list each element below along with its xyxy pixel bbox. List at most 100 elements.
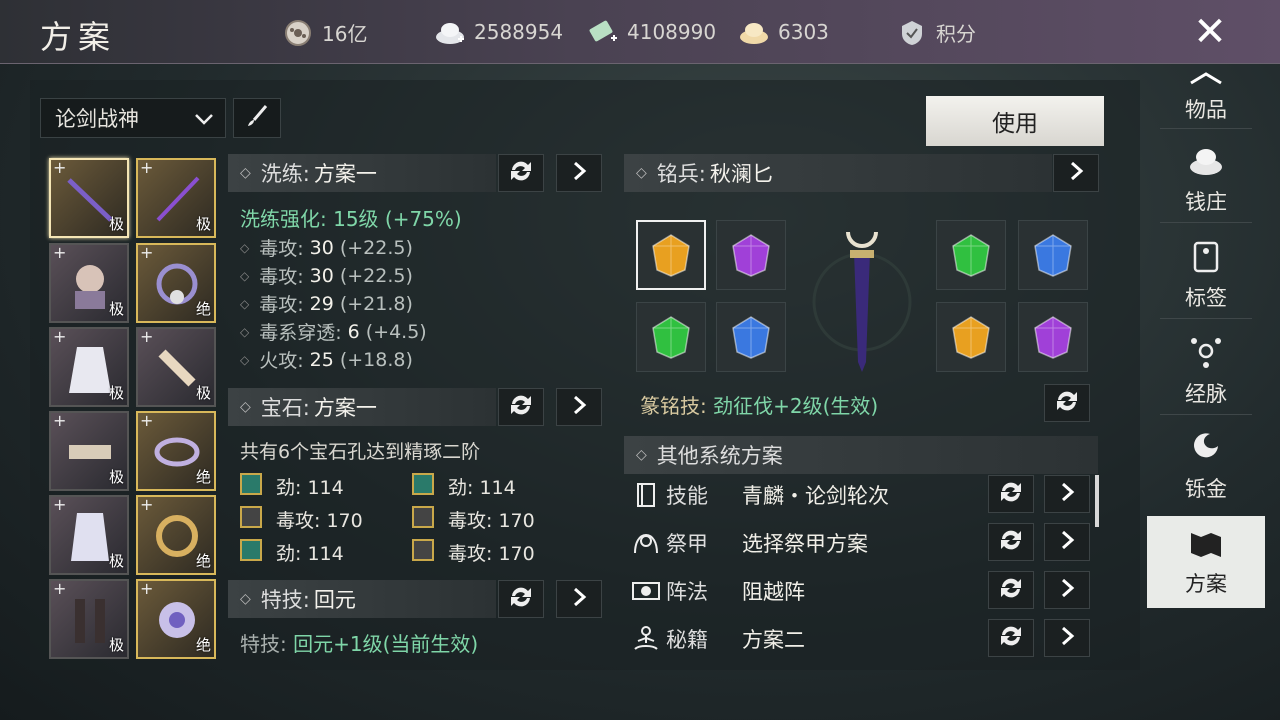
equipment-slot-boots[interactable]: + 极 xyxy=(49,579,129,659)
gem-icon xyxy=(732,316,770,359)
chevron-right-icon xyxy=(1057,624,1077,652)
swap-icon xyxy=(506,392,536,422)
armor-icon xyxy=(626,529,666,557)
weapon-gem-slot[interactable] xyxy=(936,302,1006,372)
refine-switch-button[interactable] xyxy=(498,154,544,192)
points-icon xyxy=(896,19,928,47)
equipment-slot-offhand[interactable]: + 极 xyxy=(136,158,216,238)
weapon-next-button[interactable] xyxy=(1053,154,1099,192)
manual-scheme-next-button[interactable] xyxy=(1044,619,1090,657)
gem-icon xyxy=(1034,234,1072,277)
currency-silver[interactable]: 2588954 xyxy=(434,18,563,46)
gem-next-button[interactable] xyxy=(556,388,602,426)
equipment-slot-amulet[interactable]: + 绝 xyxy=(136,579,216,659)
gem-icon xyxy=(732,234,770,277)
sidebar-item-tag[interactable]: 标签 xyxy=(1147,232,1265,316)
sidebar-item-smelt[interactable]: 铄金 xyxy=(1147,424,1265,508)
currency-gold-value: 6303 xyxy=(778,20,829,44)
scrollbar[interactable] xyxy=(1095,475,1099,527)
weapon-gem-slot[interactable] xyxy=(936,220,1006,290)
gem-stat: 毒攻: 170 xyxy=(448,510,535,532)
formation-scheme-switch-button[interactable] xyxy=(988,571,1034,609)
gem-icon xyxy=(412,539,434,561)
weapon-gem-slot[interactable] xyxy=(636,220,706,290)
skill-next-button[interactable] xyxy=(556,580,602,618)
currency-jade[interactable]: 4108990 xyxy=(587,18,716,46)
gem-stat: 劲: 114 xyxy=(276,477,344,499)
bank-icon xyxy=(1186,143,1226,182)
gem-header: ◇ 宝石: 方案一 xyxy=(228,388,496,426)
equipment-slot-belt[interactable]: + 极 xyxy=(49,411,129,491)
chevron-right-icon xyxy=(1066,159,1086,187)
manual-scheme-switch-button[interactable] xyxy=(988,619,1034,657)
gem-summary: 共有6个宝石孔达到精琢二阶 xyxy=(240,441,481,463)
skill-desc: 特技: 回元+1级(当前生效) xyxy=(240,632,479,656)
equipment-slot-robe[interactable]: + 极 xyxy=(49,327,129,407)
armor-scheme-switch-button[interactable] xyxy=(988,523,1034,561)
chevron-right-icon xyxy=(569,393,589,421)
equipment-slot-wrist[interactable]: + 极 xyxy=(136,327,216,407)
items-icon xyxy=(1189,66,1223,90)
rename-button[interactable] xyxy=(233,98,281,138)
equipment-slot-necklace[interactable]: + 绝 xyxy=(136,243,216,323)
chevron-down-icon xyxy=(193,109,215,134)
book-icon xyxy=(626,482,666,508)
equipment-slot-head[interactable]: + 极 xyxy=(49,243,129,323)
sidebar-item-bank[interactable]: 钱庄 xyxy=(1147,138,1265,220)
diamond-icon: ◇ xyxy=(240,399,251,415)
brush-icon xyxy=(244,103,270,133)
diamond-icon: ◇ xyxy=(636,447,647,463)
refine-stat-row: ◇ 毒系穿透: 6 (+4.5) xyxy=(240,320,427,345)
chevron-right-icon xyxy=(1057,576,1077,604)
equipment-slot-ring-1[interactable]: + 绝 xyxy=(136,411,216,491)
diamond-icon: ◇ xyxy=(636,165,647,181)
gem-icon xyxy=(952,316,990,359)
equipment-slot-weapon[interactable]: + 极 xyxy=(49,158,129,238)
chevron-right-icon xyxy=(1057,480,1077,508)
armor-scheme-next-button[interactable] xyxy=(1044,523,1090,561)
sidebar-item-items[interactable]: 物品 xyxy=(1147,66,1265,124)
use-button[interactable]: 使用 xyxy=(926,96,1104,146)
meridian-icon xyxy=(1188,333,1224,374)
gem-stat: 劲: 114 xyxy=(448,477,516,499)
refine-next-button[interactable] xyxy=(556,154,602,192)
silver-icon xyxy=(434,18,466,46)
refine-header: ◇ 洗练: 方案一 xyxy=(228,154,496,192)
weapon-gem-slot[interactable] xyxy=(1018,302,1088,372)
skill-switch-button[interactable] xyxy=(498,580,544,618)
equipment-slot-ring-2[interactable]: + 绝 xyxy=(136,495,216,575)
smelt-icon xyxy=(1188,430,1224,469)
diamond-icon: ◇ xyxy=(240,165,251,181)
swap-icon xyxy=(996,623,1026,653)
sidebar-item-meridian[interactable]: 经脉 xyxy=(1147,328,1265,412)
gem-icon xyxy=(652,234,690,277)
swap-icon xyxy=(1052,388,1082,418)
scheme-dropdown[interactable]: 论剑战神 xyxy=(40,98,226,138)
currency-coin[interactable]: 16亿 xyxy=(282,18,367,47)
swap-icon xyxy=(996,527,1026,557)
weapon-gem-slot[interactable] xyxy=(1018,220,1088,290)
close-button[interactable]: ✕ xyxy=(1180,4,1240,60)
meditation-icon xyxy=(626,625,666,653)
weapon-header: ◇ 铭兵: 秋澜匕 xyxy=(624,154,1052,192)
currency-gold[interactable]: 6303 xyxy=(738,18,829,46)
scheme-dropdown-value: 论剑战神 xyxy=(55,107,139,131)
weapon-gem-slot[interactable] xyxy=(716,220,786,290)
equipment-slot-pants[interactable]: + 极 xyxy=(49,495,129,575)
currency-points-label: 积分 xyxy=(936,22,976,46)
gem-switch-button[interactable] xyxy=(498,388,544,426)
weapon-gem-slot[interactable] xyxy=(636,302,706,372)
tag-icon xyxy=(1191,237,1221,278)
currency-jade-value: 4108990 xyxy=(627,20,717,44)
weapon-gem-slot[interactable] xyxy=(716,302,786,372)
gem-icon xyxy=(240,539,262,561)
skill-scheme-next-button[interactable] xyxy=(1044,475,1090,513)
currency-points[interactable]: 积分 xyxy=(896,18,976,47)
close-icon: ✕ xyxy=(1193,9,1227,55)
skill-header: ◇ 特技: 回元 xyxy=(228,580,496,618)
skill-scheme-switch-button[interactable] xyxy=(988,475,1034,513)
inscription-switch-button[interactable] xyxy=(1044,384,1090,422)
formation-scheme-next-button[interactable] xyxy=(1044,571,1090,609)
sidebar-item-scheme[interactable]: 方案 xyxy=(1147,516,1265,608)
other-systems-header: ◇ 其他系统方案 xyxy=(624,436,1098,474)
